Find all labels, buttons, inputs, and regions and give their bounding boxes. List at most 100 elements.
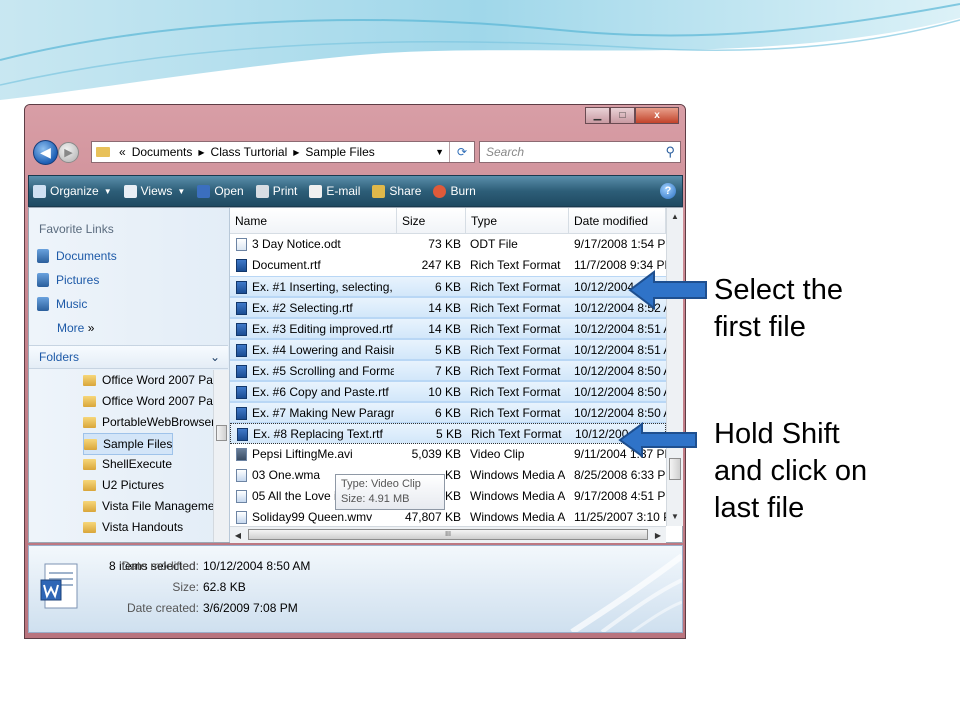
- close-button[interactable]: x: [635, 107, 679, 124]
- folder-item[interactable]: ShellExecute: [83, 454, 172, 474]
- file-vertical-scrollbar[interactable]: ▲ ▼: [666, 208, 683, 526]
- folder-item-selected[interactable]: Sample Files: [83, 433, 174, 455]
- file-row[interactable]: 05 All the Love in the Wo KB Windows Media…: [230, 486, 666, 507]
- folder-item[interactable]: Office Word 2007 Part 2: [83, 391, 213, 411]
- refresh-icon[interactable]: ⟳: [449, 142, 474, 162]
- folder-icon: [83, 500, 96, 512]
- file-row[interactable]: 03 One.wma KB Windows Media A... 8/25/2008 …: [230, 465, 666, 486]
- scroll-left-icon[interactable]: ◀: [230, 527, 246, 543]
- views-label: Views: [140, 184, 173, 198]
- horizontal-scroll-thumb[interactable]: III: [248, 529, 648, 540]
- pictures-icon: [37, 273, 49, 287]
- chevron-right-icon[interactable]: ▶: [290, 148, 302, 157]
- file-row[interactable]: Ex. #6 Copy and Paste.rtf 10 KB Rich Text …: [230, 381, 666, 402]
- file-name-cell: 3 Day Notice.odt: [236, 237, 394, 251]
- document-icon: [236, 237, 247, 251]
- file-size: 5 KB: [435, 427, 462, 441]
- file-size: 7 KB: [434, 364, 461, 378]
- folder-scrollbar[interactable]: [213, 370, 229, 542]
- scroll-right-icon[interactable]: ▶: [650, 527, 666, 543]
- detail-value: 10/12/2004 8:50 AM: [203, 559, 311, 573]
- details-pane: 8 items selected Date modified: 10/12/20…: [28, 545, 683, 633]
- breadcrumb-sample-files[interactable]: Sample Files: [302, 145, 377, 159]
- file-date: 10/12/2004 8:51 AM: [574, 322, 666, 336]
- documents-icon: [37, 249, 49, 263]
- scroll-down-icon[interactable]: ▼: [667, 508, 683, 524]
- file-row[interactable]: Ex. #2 Selecting.rtf 14 KB Rich Text Forma…: [230, 297, 666, 318]
- file-scroll-thumb[interactable]: [669, 458, 681, 480]
- column-header-size[interactable]: Size: [397, 208, 466, 234]
- organize-button[interactable]: Organize ▼: [33, 184, 112, 198]
- breadcrumb-overflow[interactable]: «: [116, 145, 129, 159]
- back-button[interactable]: ◀: [33, 140, 58, 165]
- slide-header-wave: [0, 0, 960, 100]
- breadcrumb-class-turtorial[interactable]: Class Turtorial: [208, 145, 291, 159]
- folder-label: Sample Files: [103, 437, 173, 451]
- burn-button[interactable]: Burn: [433, 184, 476, 198]
- folders-header[interactable]: Folders ⌄: [29, 345, 228, 369]
- email-label: E-mail: [326, 184, 361, 198]
- more-chevron-icon: »: [87, 321, 95, 335]
- file-row[interactable]: Ex. #3 Editing improved.rtf 14 KB Rich Tex…: [230, 318, 666, 339]
- file-row[interactable]: Ex. #7 Making New Paragrap... 6 KB Rich Te…: [230, 402, 666, 423]
- scroll-up-icon[interactable]: ▲: [667, 208, 683, 224]
- print-button[interactable]: Print: [255, 184, 297, 198]
- minimize-button[interactable]: ▁: [585, 107, 610, 124]
- disc-icon: [433, 184, 447, 198]
- file-row[interactable]: Ex. #5 Scrolling and Formatti... 7 KB Rich…: [230, 360, 666, 381]
- views-button[interactable]: Views ▼: [123, 184, 186, 198]
- favorite-music[interactable]: Music: [37, 294, 87, 314]
- favorite-more[interactable]: More »: [57, 318, 94, 338]
- file-horizontal-scrollbar[interactable]: ◀ III ▶: [230, 526, 666, 543]
- open-button[interactable]: Open: [197, 184, 244, 198]
- folder-item[interactable]: Vista Handouts: [83, 517, 183, 537]
- audio-file-icon: [236, 468, 247, 482]
- help-button[interactable]: ?: [660, 183, 676, 199]
- folder-scroll-thumb[interactable]: [216, 425, 227, 441]
- file-row[interactable]: Document.rtf 247 KB Rich Text Format 11/7/2…: [230, 255, 666, 276]
- breadcrumb-documents[interactable]: Documents: [129, 145, 196, 159]
- more-label: More: [57, 321, 85, 335]
- address-bar[interactable]: « Documents ▶ Class Turtorial ▶ Sample F…: [91, 141, 475, 163]
- forward-button[interactable]: ▶: [58, 142, 79, 163]
- column-header-date-modified[interactable]: Date modified: [569, 208, 666, 234]
- file-date: 8/25/2008 6:33 PM: [574, 468, 666, 482]
- file-row[interactable]: Ex. #4 Lowering and Raising ... 5 KB Rich …: [230, 339, 666, 360]
- file-name: Ex. #2 Selecting.rtf: [252, 301, 353, 315]
- file-row[interactable]: 3 Day Notice.odt 73 KB ODT File 9/17/2008 1…: [230, 234, 666, 255]
- file-row[interactable]: Soliday99 Queen.wmv 47,807 KB Windows Medi…: [230, 507, 666, 526]
- file-row[interactable]: Ex. #8 Replacing Text.rtf 5 KB Rich Text F…: [230, 423, 666, 444]
- favorite-documents[interactable]: Documents: [37, 246, 117, 266]
- folder-item[interactable]: PortableWebBrowser: [83, 412, 213, 432]
- address-dropdown-icon[interactable]: ▼: [435, 147, 444, 157]
- file-size: 14 KB: [428, 322, 461, 336]
- file-row[interactable]: Pepsi LiftingMe.avi 5,039 KB Video Clip 9/1…: [230, 444, 666, 465]
- search-input[interactable]: Search ⚲: [479, 141, 681, 163]
- details-decoration: [570, 553, 682, 632]
- column-label: Type: [471, 213, 498, 228]
- file-size: 14 KB: [428, 301, 461, 315]
- maximize-button[interactable]: □: [610, 107, 635, 124]
- file-name-cell: Ex. #1 Inserting, selecting, edi...: [236, 280, 394, 294]
- favorite-pictures[interactable]: Pictures: [37, 270, 99, 290]
- share-button[interactable]: Share: [372, 184, 421, 198]
- chevron-right-icon[interactable]: ▶: [195, 148, 207, 157]
- rtf-document-icon: [236, 258, 247, 272]
- column-header-type[interactable]: Type▲: [466, 208, 586, 234]
- folder-item[interactable]: Vista File Management: [83, 496, 213, 516]
- file-date: 9/17/2008 1:54 PM: [574, 237, 666, 251]
- folder-item[interactable]: Office Word 2007 Part 1: [83, 370, 213, 390]
- back-arrow-icon: ◀: [40, 144, 51, 160]
- search-icon[interactable]: ⚲: [665, 144, 675, 160]
- organize-label: Organize: [50, 184, 99, 198]
- folder-icon: [83, 395, 96, 407]
- folder-item[interactable]: U2 Pictures: [83, 475, 164, 495]
- file-row[interactable]: Ex. #1 Inserting, selecting, edi... 6 KB R…: [230, 276, 666, 297]
- email-button[interactable]: E-mail: [309, 184, 360, 198]
- file-date: 10/12/2004 8:50 AM: [574, 385, 666, 399]
- chevron-down-icon[interactable]: ⌄: [210, 350, 220, 364]
- rtf-document-icon: [236, 385, 247, 399]
- file-type: Rich Text Format: [470, 322, 561, 336]
- chevron-down-icon: ▼: [177, 186, 186, 196]
- column-header-name[interactable]: Name: [230, 208, 397, 234]
